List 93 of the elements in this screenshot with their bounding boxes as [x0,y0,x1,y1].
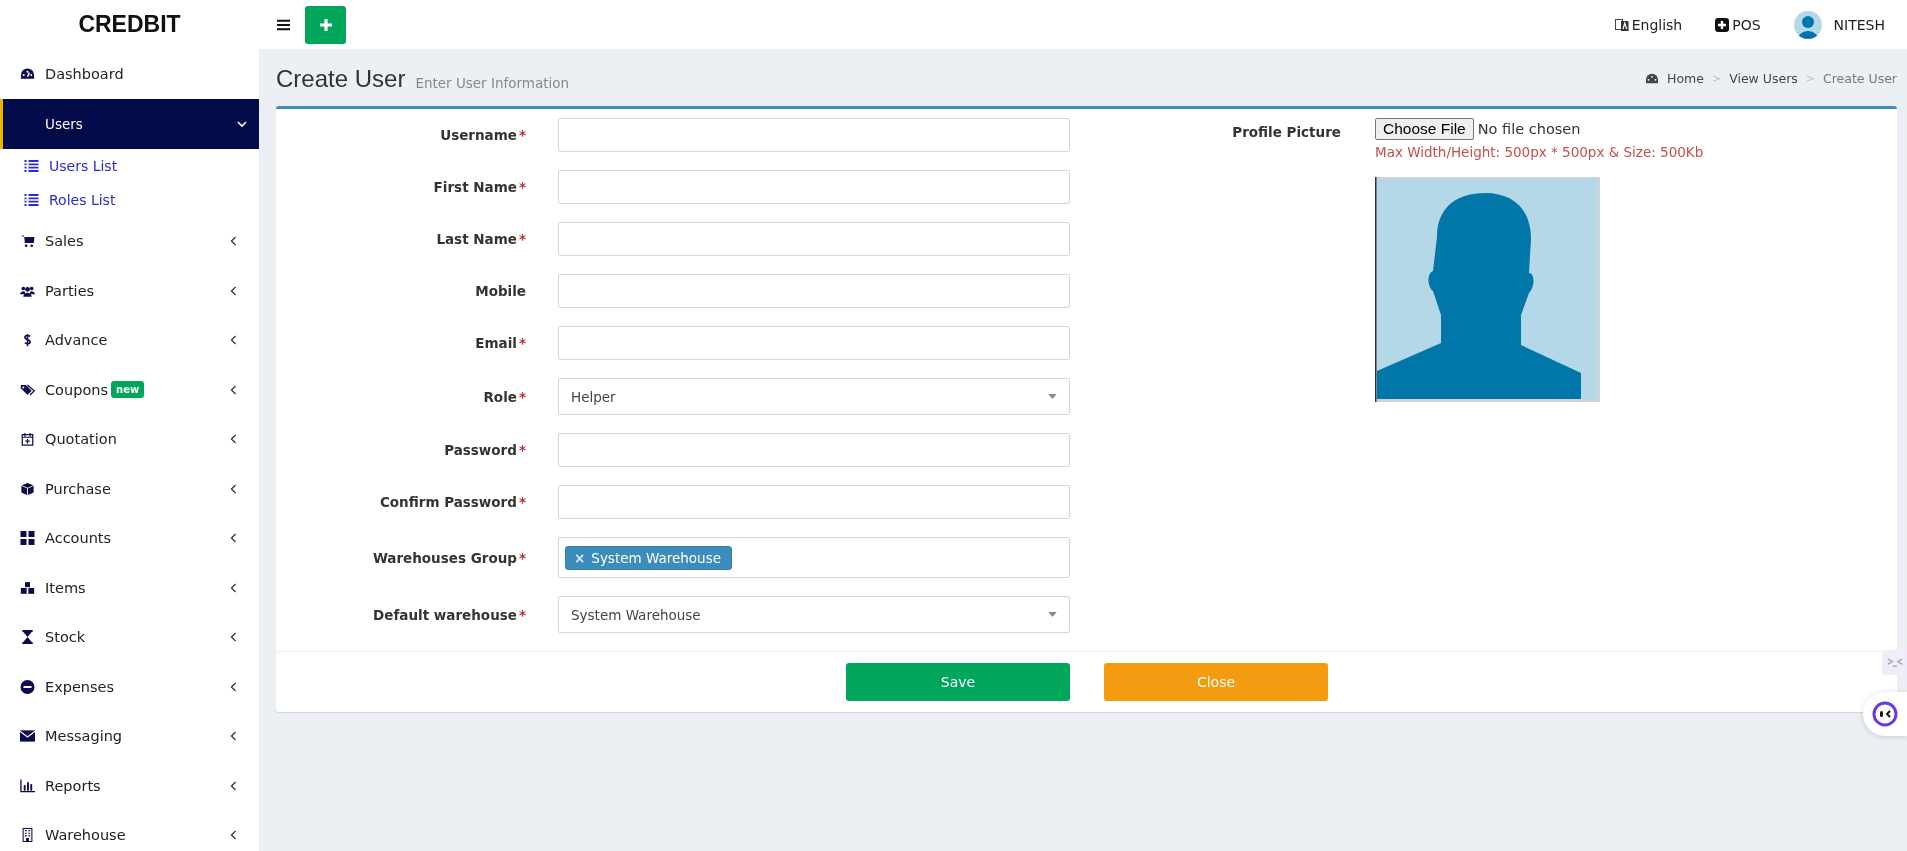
sidebar-subitem[interactable]: Roles List [0,182,259,217]
breadcrumb-separator: > [1805,72,1815,85]
sidebar-item[interactable]: Accounts [0,513,259,563]
tag-chip[interactable]: × System Warehouse [565,545,732,570]
bot-face-icon [1872,701,1898,727]
chevron-left-icon [229,434,239,445]
avatar-icon [1793,10,1822,39]
plus-icon [318,17,333,32]
select-field[interactable]: Helper [558,378,1070,415]
sidebar-item[interactable]: Quotation [0,414,259,464]
field-label: Profile Picture [1232,124,1341,140]
envelope-icon [20,729,35,744]
breadcrumb-link[interactable]: View Users [1729,71,1798,86]
caret-icon [1048,612,1057,617]
dashboard-icon [20,66,35,81]
upload-hint: Max Width/Height: 500px * 500px & Size: 500Kb [1375,144,1704,160]
chat-widget-button[interactable] [1863,692,1907,736]
sidebar-item[interactable]: Reports [0,761,259,811]
building-icon [20,828,35,843]
menu-icon[interactable] [277,18,290,31]
sidebar-item[interactable]: Expenses [0,662,259,712]
minus-circle-icon [20,679,35,694]
page-subtitle: Enter User Information [415,74,570,91]
chevron-left-icon [229,335,239,346]
sidebar-item[interactable]: Warehouse [0,810,259,851]
chevron-down-icon [237,118,247,129]
field-label: Role* [483,388,526,405]
list-icon [24,193,39,206]
file-status: No file chosen [1477,121,1581,137]
select-field[interactable]: System Warehouse [558,596,1070,633]
caret-icon [1048,394,1057,399]
calendar-icon [20,432,35,447]
chevron-left-icon [229,681,239,692]
chevron-left-icon [229,483,239,494]
box-icon [20,481,35,496]
field-label: Password* [444,442,526,458]
bar-chart-icon [20,778,35,793]
sidebar-item[interactable]: Items [0,563,259,613]
cart-icon [20,234,35,249]
translate-icon [1614,17,1629,32]
field-label: First Name* [433,179,526,195]
field-label: Last Name* [436,231,526,247]
field-label: Username* [440,127,526,143]
hourglass-icon [20,630,35,645]
text-field[interactable] [558,170,1070,204]
sidebar-item[interactable]: Users [0,98,259,149]
breadcrumb-link[interactable]: Home [1667,71,1704,86]
sidebar-item[interactable]: Coupons new [0,365,259,415]
cubes-icon [20,580,35,595]
chevron-left-icon [229,533,239,544]
sidebar-item[interactable]: Dashboard [0,49,259,99]
chevron-left-icon [229,384,239,395]
list-icon [24,159,39,172]
pos-link[interactable]: POS [1715,16,1761,33]
grid-icon [20,531,35,546]
field-label: Mobile [475,283,526,299]
tags-icon [20,382,35,397]
text-field[interactable] [558,326,1070,360]
sidebar-item[interactable]: Messaging [0,711,259,761]
sidebar-item[interactable]: Parties [0,266,259,316]
chevron-left-icon [229,285,239,296]
text-field[interactable] [558,433,1070,467]
chevron-left-icon [229,582,239,593]
sidebar-item[interactable]: Advance [0,315,259,365]
chevron-left-icon [229,632,239,643]
chevron-left-icon [229,780,239,791]
field-label: Warehouses Group* [372,549,526,566]
text-field[interactable] [558,274,1070,308]
add-button[interactable] [305,5,346,44]
tags-field[interactable]: × System Warehouse [558,537,1070,578]
text-field[interactable] [558,118,1070,152]
chevron-left-icon [229,236,239,247]
breadcrumb-separator: > [1711,72,1722,85]
sidebar-subitem[interactable]: Users List [0,148,259,183]
sidebar-item[interactable]: Stock [0,612,259,662]
language-selector[interactable]: English [1614,16,1683,33]
assistant-tab-icon[interactable] [1882,650,1907,675]
sidebar-item[interactable]: Sales [0,216,259,266]
field-label: Email* [475,335,526,351]
text-field[interactable] [558,485,1070,519]
chevron-left-icon [229,830,239,841]
chevron-left-icon [229,731,239,742]
brand-logo: CREDBIT [78,11,181,38]
plus-square-icon [1715,17,1730,32]
text-field[interactable] [558,222,1070,256]
new-badge: new [111,381,145,399]
choose-file-button[interactable]: Choose File [1375,118,1474,140]
field-label: Default warehouse* [373,606,526,623]
page-title: Create User [276,64,406,93]
sidebar-item[interactable]: Purchase [0,464,259,514]
user-menu[interactable]: NITESH [1793,10,1885,39]
dashboard-icon [1645,72,1659,85]
field-label: Confirm Password* [379,494,526,510]
